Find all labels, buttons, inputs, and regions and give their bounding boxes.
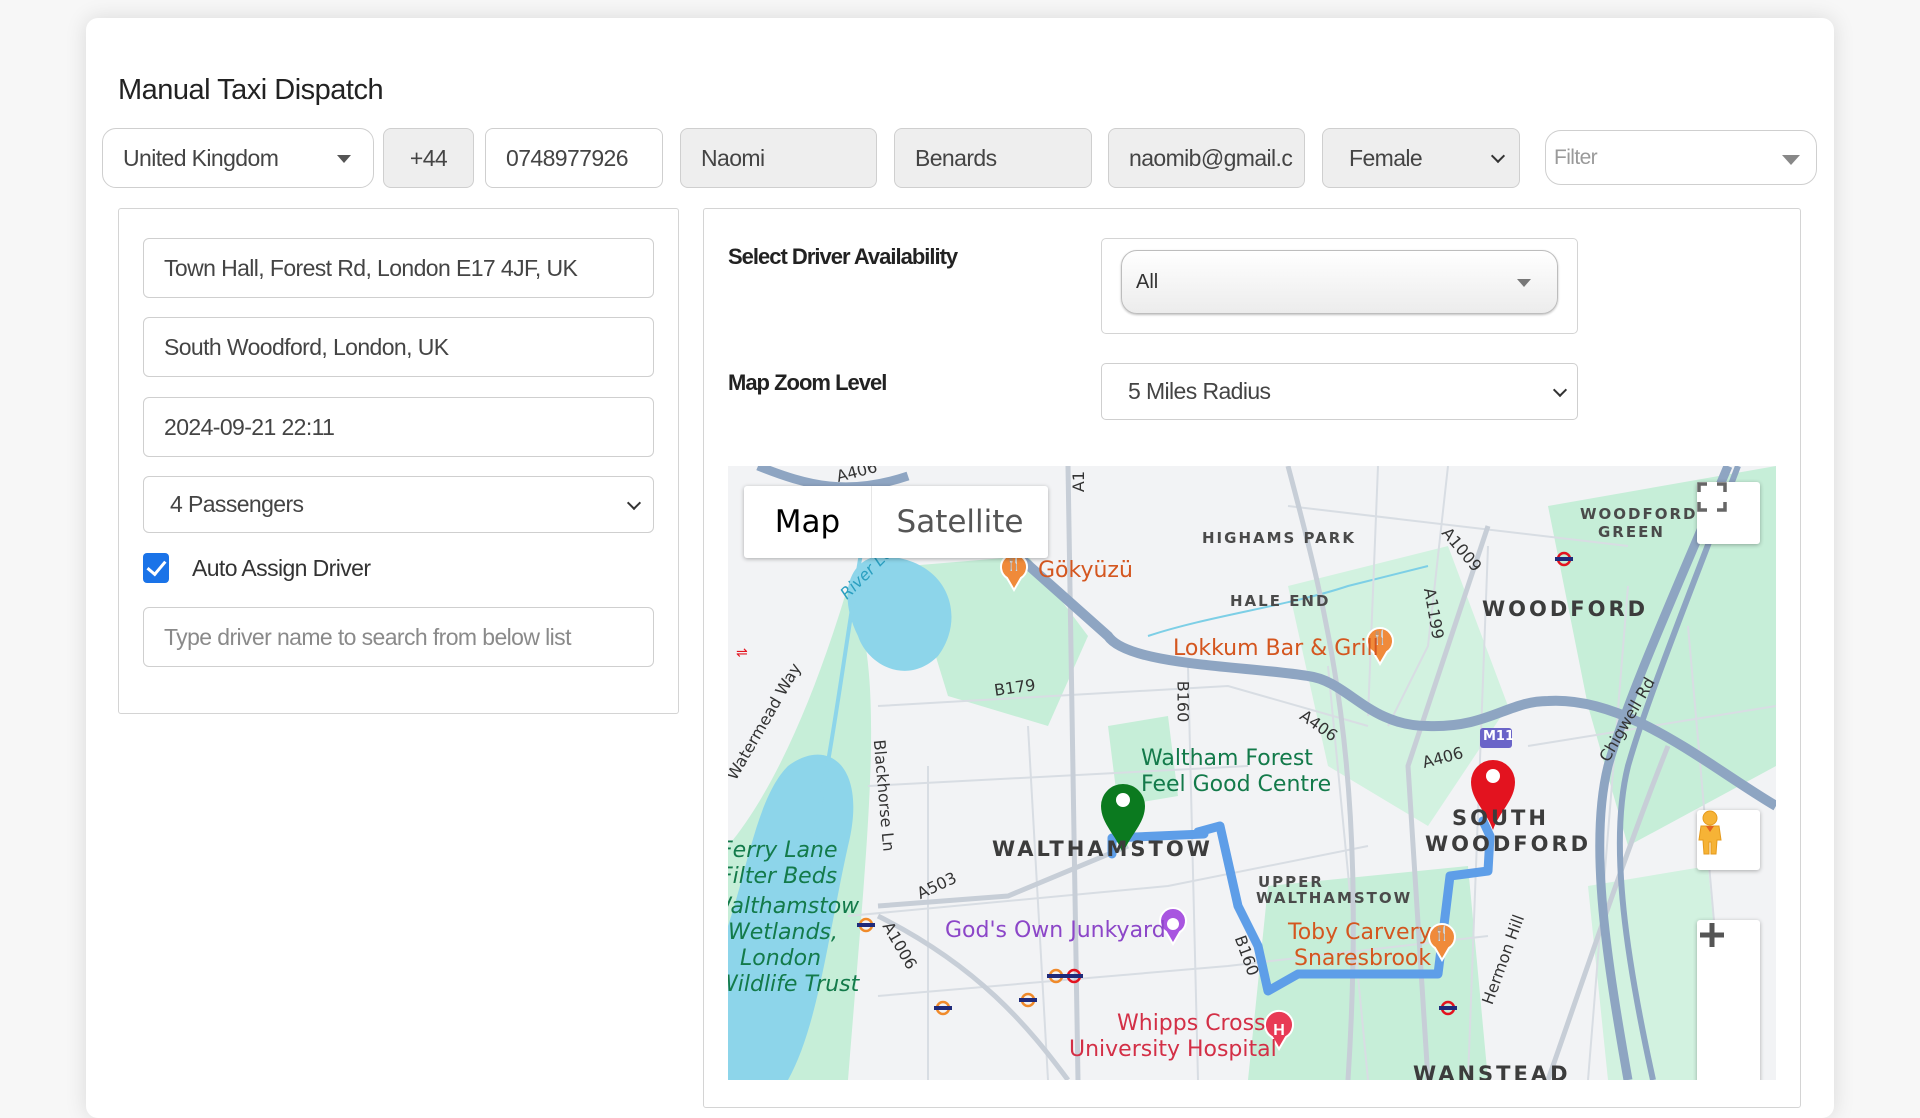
area-label: HIGHAMS PARK — [1202, 529, 1356, 547]
poi-label: Ferry Lane — [728, 838, 838, 863]
chevron-down-icon — [1552, 382, 1568, 397]
zoom-level-value: 5 Miles Radius — [1128, 378, 1271, 404]
page-title: Manual Taxi Dispatch — [118, 74, 384, 106]
chevron-down-icon — [626, 495, 642, 510]
area-label: GREEN — [1598, 523, 1665, 541]
zoom-level-select[interactable]: 5 Miles Radius — [1101, 363, 1578, 420]
dropoff-input[interactable]: South Woodford, London, UK — [143, 317, 654, 377]
last-name-value: Benards — [915, 144, 997, 171]
a406-road — [756, 466, 910, 492]
chevron-down-icon — [1490, 148, 1506, 164]
map-type-map-button[interactable]: Map — [744, 486, 872, 558]
availability-value: All — [1136, 270, 1159, 293]
area-label: SOUTH — [1452, 806, 1549, 830]
zoom-in-button[interactable] — [1697, 920, 1760, 1080]
availability-select[interactable]: All — [1121, 250, 1558, 314]
email-input[interactable]: naomib@gmail.c — [1108, 128, 1305, 188]
poi-label: Lokkum Bar & Grill — [1173, 636, 1379, 661]
poi-label: Wildlife Trust — [728, 972, 860, 997]
driver-search-placeholder: Type driver name to search from below li… — [164, 623, 571, 650]
area-label: WALTHAMSTOW — [992, 837, 1213, 861]
area-label: WOODFORD — [1425, 832, 1592, 856]
pickup-value: Town Hall, Forest Rd, London E17 4JF, UK — [164, 254, 578, 281]
phone-value: 0748977926 — [506, 144, 629, 171]
auto-assign-label: Auto Assign Driver — [192, 555, 371, 581]
gender-value: Female — [1349, 144, 1423, 171]
filter-placeholder: Filter — [1554, 145, 1598, 169]
plus-icon — [1700, 923, 1724, 947]
poi-label: Toby Carvery — [1288, 920, 1432, 945]
map-type-control: Map Satellite — [744, 486, 1048, 558]
poi-label: Filter Beds — [728, 864, 838, 889]
phone-input[interactable]: 0748977926 — [485, 128, 663, 188]
area-label: HALE END — [1230, 592, 1331, 610]
map-type-satellite-button[interactable]: Satellite — [872, 486, 1048, 558]
caret-down-icon — [1782, 154, 1800, 165]
road-label: B160 — [1173, 680, 1193, 723]
area-label: WOODFORD — [1580, 505, 1698, 523]
poi-label: Feel Good Centre — [1141, 772, 1332, 797]
zoom-level-label: Map Zoom Level — [728, 370, 887, 395]
caret-down-icon — [337, 155, 351, 163]
poi-label: Gökyüzü — [1038, 558, 1133, 583]
poi-label: God's Own Junkyard — [945, 918, 1166, 943]
driver-search-input[interactable]: Type driver name to search from below li… — [143, 607, 654, 667]
area-label: WOODFORD — [1482, 597, 1649, 621]
gender-select[interactable]: Female — [1322, 128, 1520, 188]
poi-label: Snaresbrook — [1294, 946, 1432, 971]
poi-label: Waltham Forest — [1141, 746, 1313, 771]
availability-label: Select Driver Availability — [728, 244, 958, 269]
filter-select[interactable]: Filter — [1545, 130, 1817, 185]
svg-text:🍴: 🍴 — [1433, 925, 1450, 942]
dial-code-value: +44 — [409, 144, 448, 171]
street-view-pegman-button[interactable] — [1697, 810, 1760, 870]
last-name-input[interactable]: Benards — [894, 128, 1092, 188]
poi-label: London — [740, 946, 822, 971]
first-name-input[interactable]: Naomi — [680, 128, 877, 188]
area-label: WALTHAMSTOW — [1256, 889, 1413, 907]
route-map[interactable]: ⇌ 🍴 🍴 🍴 H WALTHAMSTOW WOODFORD SOUTH WOO… — [728, 466, 1776, 1080]
poi-label: Whipps Cross — [1117, 1011, 1266, 1036]
country-value: United Kingdom — [123, 144, 279, 171]
datetime-input[interactable]: 2024-09-21 22:11 — [143, 397, 654, 457]
poi-label: Walthamstow — [728, 894, 860, 919]
first-name-value: Naomi — [701, 144, 765, 171]
passengers-value: 4 Passengers — [170, 491, 304, 517]
fullscreen-button[interactable] — [1697, 482, 1760, 544]
auto-assign-checkbox[interactable] — [143, 553, 169, 583]
caret-down-icon — [1517, 279, 1531, 287]
dropoff-value: South Woodford, London, UK — [164, 333, 449, 360]
pickup-input[interactable]: Town Hall, Forest Rd, London E17 4JF, UK — [143, 238, 654, 298]
road-label: A1 — [1069, 470, 1089, 493]
country-select[interactable]: United Kingdom — [102, 128, 374, 188]
rail-icon: ⇌ — [736, 644, 748, 660]
area-label: WANSTEAD — [1413, 1062, 1571, 1080]
road-label: M11 — [1483, 729, 1515, 744]
fullscreen-icon — [1697, 482, 1727, 512]
poi-label: Wetlands, — [728, 920, 838, 945]
poi-label: University Hospital — [1069, 1037, 1277, 1062]
dial-code: +44 — [383, 128, 474, 188]
pegman-icon — [1698, 810, 1722, 855]
email-value: naomib@gmail.c — [1129, 144, 1293, 171]
datetime-value: 2024-09-21 22:11 — [164, 413, 335, 440]
passengers-select[interactable]: 4 Passengers — [143, 476, 654, 533]
